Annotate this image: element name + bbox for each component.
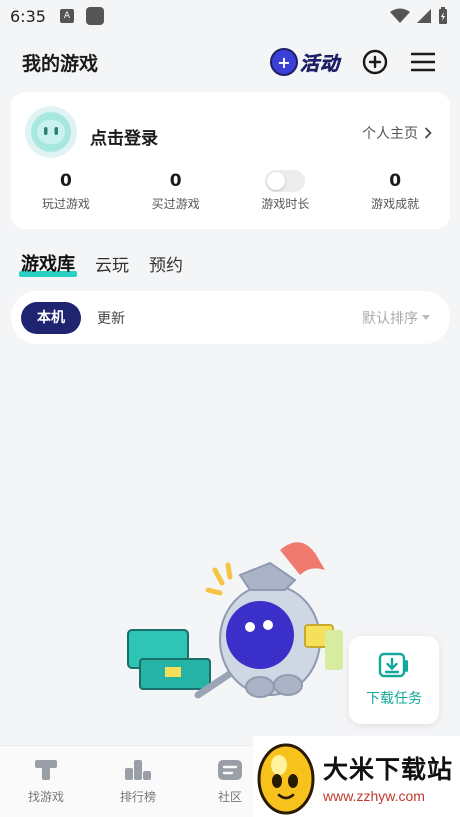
profile-card: 点击登录 个人主页 0 玩过游戏 0 买过游戏 游戏时长 0 游戏成就: [11, 92, 450, 229]
hamburger-icon: [411, 52, 435, 72]
watermark-logo: 大米下载站 www.zzhyw.com: [253, 736, 460, 817]
app-notification-icon: A: [59, 9, 74, 23]
stat-label: 买过游戏: [151, 197, 200, 211]
nav-label: 排行榜: [119, 790, 156, 804]
watermark-title: 大米下载站: [323, 754, 454, 784]
toggle-knob: [267, 172, 286, 190]
filter-local-chip[interactable]: 本机: [21, 301, 81, 334]
hammer-icon: [35, 760, 57, 780]
empty-state-illustration: [127, 542, 343, 699]
watermark-url: www.zzhyw.com: [323, 787, 425, 804]
download-task-button[interactable]: 下载任务: [349, 636, 439, 724]
stat-played[interactable]: 0 玩过游戏: [11, 170, 121, 212]
sort-dropdown[interactable]: 默认排序: [362, 308, 430, 328]
top-bar: 我的游戏 + 活动: [0, 40, 460, 84]
stat-label: 游戏成就: [371, 197, 420, 211]
filter-update-chip[interactable]: 更新: [97, 308, 125, 328]
plus-circle-icon: [362, 49, 388, 75]
status-bar: 6:35 A: [0, 0, 460, 32]
tab-cloud-play[interactable]: 云玩: [95, 251, 129, 276]
activity-label: 活动: [299, 52, 340, 75]
stat-purchased[interactable]: 0 买过游戏: [121, 170, 231, 212]
robot-avatar-icon: [31, 112, 71, 152]
homepage-link[interactable]: 个人主页: [362, 123, 432, 143]
status-time: 6:35: [10, 6, 46, 26]
page-title: 我的游戏: [22, 52, 99, 75]
community-icon: [218, 760, 242, 780]
add-button[interactable]: [360, 47, 390, 77]
filter-bar: 本机 更新 默认排序: [11, 291, 450, 344]
stats-row: 0 玩过游戏 0 买过游戏 游戏时长 0 游戏成就: [11, 170, 450, 212]
homepage-link-label: 个人主页: [362, 126, 418, 142]
tab-reservations[interactable]: 预约: [149, 251, 183, 276]
nav-leaderboard[interactable]: 排行榜: [92, 746, 184, 817]
activity-button[interactable]: + 活动: [269, 45, 340, 79]
download-icon: [378, 652, 408, 678]
playtime-toggle-wrap: [265, 170, 306, 192]
chevron-right-icon: [424, 127, 432, 139]
playtime-toggle[interactable]: [265, 170, 306, 192]
stat-value: 0: [169, 171, 182, 191]
download-task-label: 下载任务: [366, 691, 422, 707]
nav-label: 找游戏: [27, 790, 64, 804]
stat-label: 游戏时长: [261, 197, 310, 211]
signal-icon: [417, 9, 431, 23]
app-square-icon: [85, 7, 104, 25]
egg-mascot-icon: [257, 743, 315, 814]
top-actions: + 活动: [269, 45, 438, 79]
nav-find-games[interactable]: 找游戏: [0, 746, 92, 817]
sort-label: 默认排序: [362, 310, 418, 327]
stat-value: 0: [389, 171, 402, 191]
caret-down-icon: [422, 314, 430, 320]
login-text[interactable]: 点击登录: [90, 124, 158, 149]
status-indicators: [390, 7, 448, 25]
game-tabs: 游戏库 云玩 预约: [19, 246, 183, 277]
battery-icon: [439, 7, 447, 24]
leaderboard-icon: [125, 760, 151, 780]
stat-playtime[interactable]: 游戏时长: [231, 170, 341, 212]
stat-value: 0: [59, 171, 72, 191]
stat-label: 玩过游戏: [41, 197, 90, 211]
watermark-text: 大米下载站 www.zzhyw.com: [323, 750, 453, 804]
tab-game-library[interactable]: 游戏库: [19, 250, 77, 277]
nav-label: 社区: [217, 790, 242, 804]
menu-button[interactable]: [408, 47, 438, 77]
avatar[interactable]: [25, 106, 77, 158]
wifi-icon: [390, 8, 410, 23]
stat-achievements[interactable]: 0 游戏成就: [340, 170, 450, 212]
activity-plus-icon: +: [269, 48, 298, 76]
